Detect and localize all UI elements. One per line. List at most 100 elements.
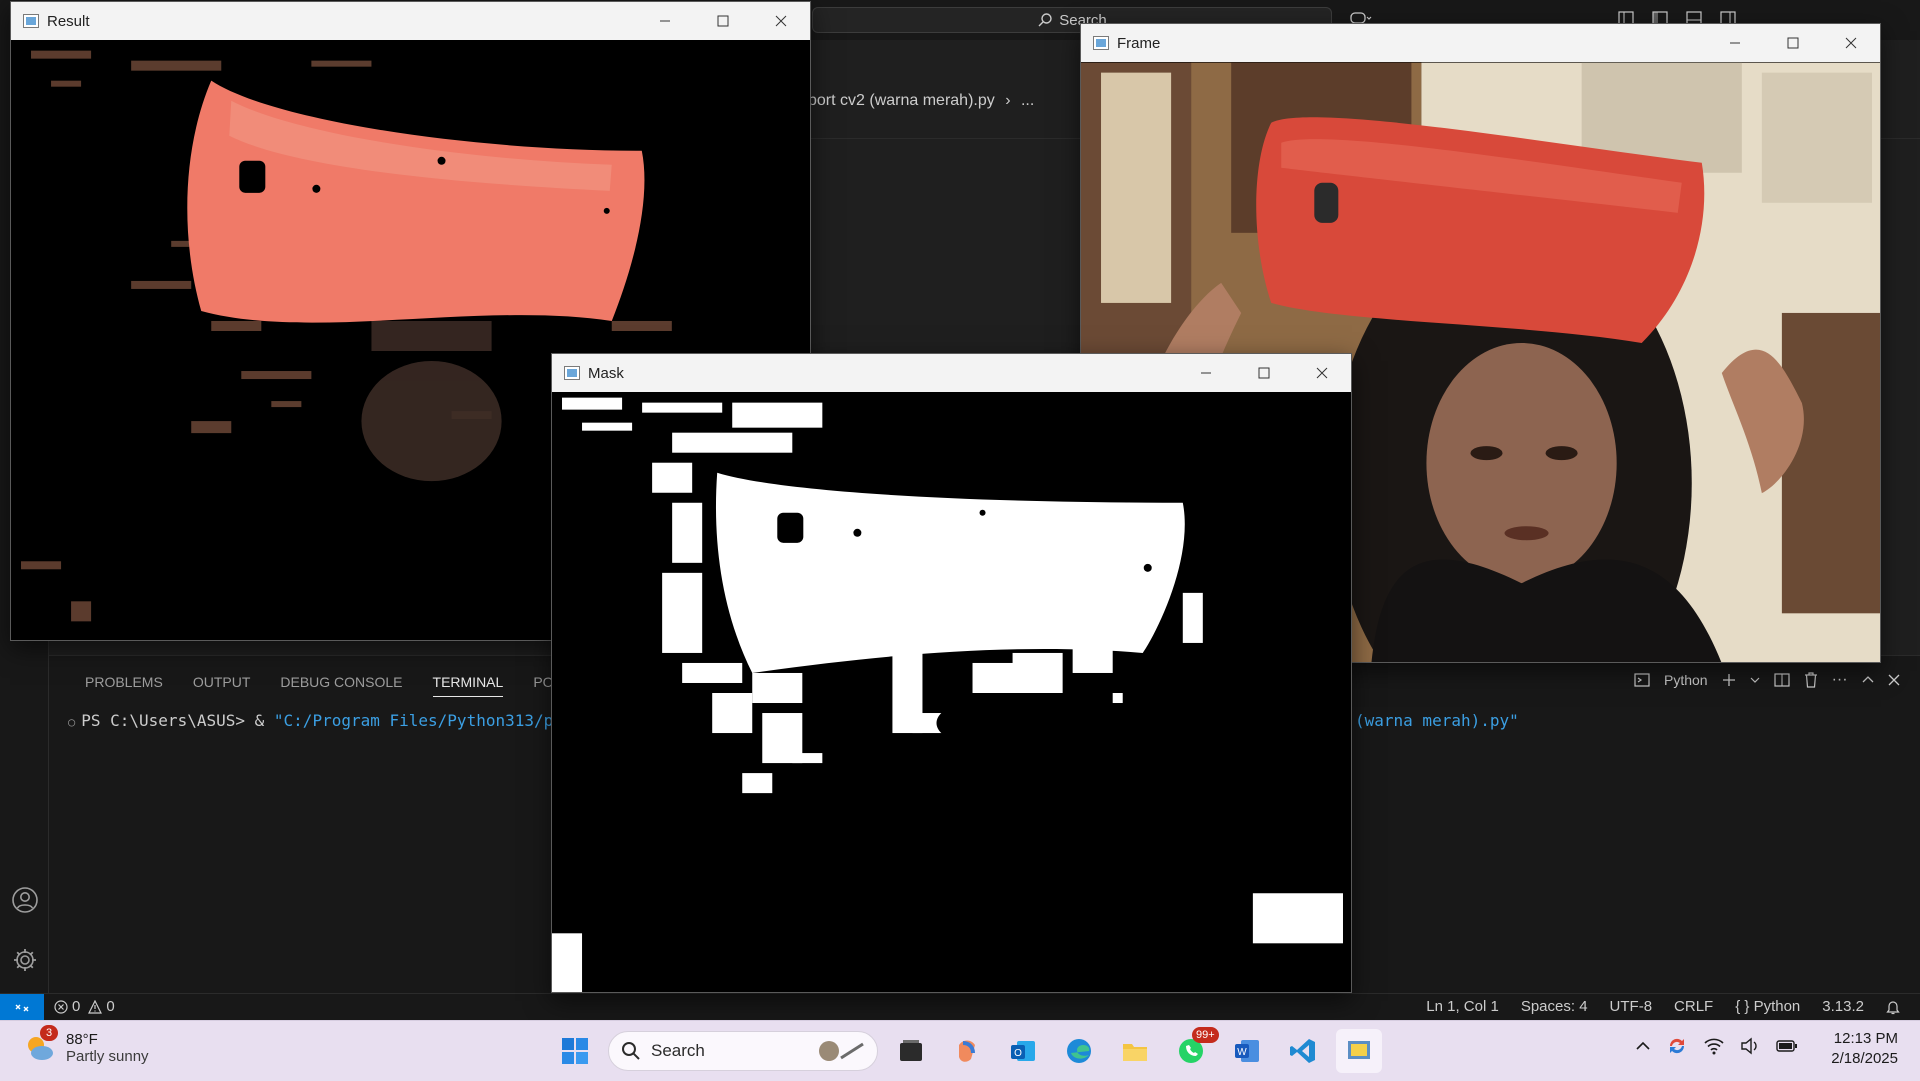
window-controls: [1706, 24, 1880, 62]
command-decoration-icon: ○: [68, 715, 76, 729]
partly-sunny-icon: 3: [22, 1025, 58, 1065]
close-button[interactable]: [1293, 354, 1351, 392]
search-icon: [621, 1041, 641, 1061]
error-count: 0: [72, 998, 81, 1015]
weather-badge: 3: [40, 1025, 58, 1041]
braces-icon: { }: [1735, 998, 1750, 1015]
mask-titlebar[interactable]: Mask: [552, 354, 1351, 392]
python-app-icon[interactable]: [1336, 1029, 1382, 1073]
line-ending[interactable]: CRLF: [1674, 998, 1713, 1015]
tab-terminal[interactable]: TERMINAL: [432, 674, 504, 697]
chevron-right-icon: ›: [1005, 92, 1011, 109]
minimize-button[interactable]: [1177, 354, 1235, 392]
breadcrumb: port cv2 (warna merah).py › ...: [808, 92, 1034, 110]
app-icon: [564, 366, 580, 380]
terminal-command: "C:/Program Files/Python313/pyth: [273, 711, 583, 730]
result-title: Result: [47, 12, 90, 30]
close-panel-icon[interactable]: [1888, 674, 1900, 686]
result-titlebar[interactable]: Result: [11, 2, 810, 40]
battery-icon[interactable]: [1776, 1039, 1798, 1053]
gear-icon[interactable]: [12, 947, 38, 973]
whatsapp-badge: 99+: [1192, 1027, 1219, 1043]
copilot-icon[interactable]: [944, 1029, 990, 1073]
indentation[interactable]: Spaces: 4: [1521, 998, 1588, 1015]
maximize-button[interactable]: [1764, 24, 1822, 62]
window-controls: [636, 2, 810, 40]
minimize-button[interactable]: [636, 2, 694, 40]
status-right: Ln 1, Col 1 Spaces: 4 UTF-8 CRLF { } Pyt…: [1426, 998, 1900, 1015]
minimize-button[interactable]: [1706, 24, 1764, 62]
python-version[interactable]: 3.13.2: [1822, 998, 1864, 1015]
status-problems[interactable]: 0 0: [54, 998, 115, 1015]
maximize-button[interactable]: [1235, 354, 1293, 392]
mask-title: Mask: [588, 364, 624, 382]
weather-temp: 88°F: [66, 1031, 98, 1048]
file-explorer-icon[interactable]: [1112, 1029, 1158, 1073]
status-bar: 0 0 Ln 1, Col 1 Spaces: 4 UTF-8 CRLF { }…: [0, 993, 1920, 1021]
error-icon: [54, 999, 68, 1014]
clock[interactable]: 12:13 PM 2/18/2025: [1831, 1029, 1898, 1069]
mask-image: [552, 392, 1351, 992]
search-icon: [1037, 12, 1053, 28]
mask-window: Mask: [551, 353, 1352, 993]
taskbar-search-label: Search: [651, 1041, 705, 1060]
panel-tabs: PROBLEMS OUTPUT DEBUG CONSOLE TERMINAL P…: [85, 674, 581, 697]
outlook-icon[interactable]: O: [1000, 1029, 1046, 1073]
frame-title: Frame: [1117, 34, 1161, 52]
language-mode[interactable]: { } Python: [1735, 998, 1800, 1015]
search-highlight-icon: [811, 1038, 871, 1064]
clock-date: 2/18/2025: [1831, 1050, 1898, 1067]
frame-titlebar[interactable]: Frame: [1081, 24, 1880, 62]
whatsapp-icon[interactable]: 99+: [1168, 1027, 1219, 1073]
panel-actions: Python ···: [1634, 671, 1900, 689]
edge-icon[interactable]: [1056, 1029, 1102, 1073]
plus-icon[interactable]: [1722, 673, 1736, 687]
encoding[interactable]: UTF-8: [1610, 998, 1653, 1015]
window-controls: [1177, 354, 1351, 392]
task-view-icon[interactable]: [888, 1029, 934, 1073]
vscode-icon[interactable]: [1280, 1029, 1326, 1073]
word-icon[interactable]: W: [1224, 1029, 1270, 1073]
tab-debug-console[interactable]: DEBUG CONSOLE: [280, 674, 402, 697]
warning-icon: [88, 999, 103, 1014]
warning-count: 0: [106, 998, 115, 1015]
weather-desc: Partly sunny: [66, 1048, 149, 1065]
svg-text:O: O: [1014, 1048, 1022, 1059]
terminal-shell-label[interactable]: Python: [1664, 672, 1708, 688]
terminal-command-end: (warna merah).py": [1355, 711, 1519, 730]
clock-time: 12:13 PM: [1833, 1030, 1898, 1047]
svg-text:W: W: [1237, 1047, 1247, 1058]
maximize-panel-icon[interactable]: [1862, 674, 1874, 686]
taskbar-search[interactable]: Search: [608, 1031, 878, 1071]
taskbar-apps: Search O 99+ W: [552, 1027, 1382, 1073]
tab-problems[interactable]: PROBLEMS: [85, 674, 163, 697]
weather-widget[interactable]: 3 88°F Partly sunny: [22, 1025, 149, 1065]
chevron-up-icon[interactable]: [1636, 1039, 1650, 1053]
close-button[interactable]: [1822, 24, 1880, 62]
breadcrumb-file[interactable]: port cv2 (warna merah).py: [808, 92, 995, 109]
wifi-icon[interactable]: [1704, 1037, 1724, 1055]
remote-indicator[interactable]: [0, 994, 44, 1021]
chevron-down-icon[interactable]: [1750, 675, 1760, 685]
start-button[interactable]: [552, 1029, 598, 1073]
volume-icon[interactable]: [1740, 1037, 1760, 1055]
accounts-icon[interactable]: [12, 887, 38, 913]
app-icon: [1093, 36, 1109, 50]
tab-output[interactable]: OUTPUT: [193, 674, 251, 697]
trash-icon[interactable]: [1804, 672, 1818, 688]
app-icon: [23, 14, 39, 28]
terminal-icon: [1634, 672, 1650, 688]
more-icon[interactable]: ···: [1832, 671, 1848, 689]
terminal-line: ○ PS C:\Users\ASUS> & "C:/Program Files/P…: [68, 711, 582, 730]
maximize-button[interactable]: [694, 2, 752, 40]
taskbar: 3 88°F Partly sunny Search O 99+ W 12:13…: [0, 1020, 1920, 1081]
language-label: Python: [1753, 998, 1801, 1015]
split-terminal-icon[interactable]: [1773, 672, 1790, 688]
bell-icon[interactable]: [1886, 999, 1900, 1015]
close-button[interactable]: [752, 2, 810, 40]
breadcrumb-more[interactable]: ...: [1021, 92, 1034, 109]
terminal-prompt: PS C:\Users\ASUS> &: [81, 711, 265, 730]
system-tray: [1636, 1035, 1798, 1057]
sync-icon[interactable]: [1666, 1035, 1688, 1057]
cursor-position[interactable]: Ln 1, Col 1: [1426, 998, 1499, 1015]
